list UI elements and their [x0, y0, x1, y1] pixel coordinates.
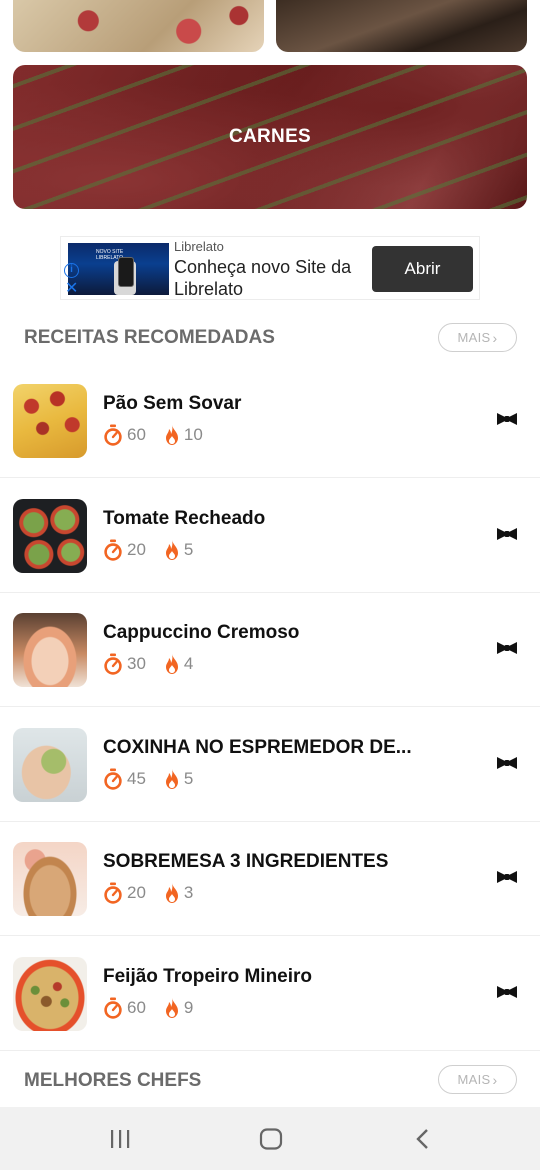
- recipe-thumbnail[interactable]: [13, 613, 87, 688]
- flame-icon: [164, 653, 180, 675]
- bowtie-icon[interactable]: [496, 870, 518, 889]
- recipe-meta: 20 3: [103, 882, 194, 905]
- recipe-title: Tomate Recheado: [103, 507, 266, 529]
- recipe-meta: 45 5: [103, 768, 193, 790]
- recipe-row[interactable]: Feijão Tropeiro Mineiro 60 9: [0, 937, 540, 1051]
- category-card-top-right[interactable]: [276, 0, 527, 52]
- recipe-row[interactable]: COXINHA NO ESPREMEDOR DE... 45 5: [0, 708, 540, 822]
- bowtie-icon[interactable]: [496, 527, 518, 546]
- category-label: CARNES: [228, 126, 312, 147]
- recipe-calories: 5: [183, 768, 194, 788]
- timer-icon: [103, 997, 123, 1019]
- recipe-meta: 60 9: [103, 997, 193, 1019]
- flame-icon: [164, 997, 180, 1019]
- recipe-thumbnail[interactable]: [13, 957, 87, 1031]
- recipe-title: Cappuccino Cremoso: [103, 622, 300, 644]
- timer-icon: [103, 539, 123, 561]
- flame-icon: [164, 539, 180, 561]
- bowtie-icon[interactable]: [496, 641, 518, 660]
- recipe-time: 45: [127, 768, 146, 788]
- flame-icon: [164, 882, 180, 904]
- recipe-title: COXINHA NO ESPREMEDOR DE...: [103, 736, 412, 758]
- recipe-title: SOBREMESA 3 INGREDIENTES: [103, 851, 389, 873]
- recipe-meta: 60 10: [103, 424, 203, 446]
- recipe-time: 20: [127, 883, 146, 903]
- recents-icon[interactable]: [105, 1125, 135, 1153]
- recipe-calories: 5: [183, 539, 194, 559]
- bowtie-icon[interactable]: [496, 756, 518, 775]
- recipe-row[interactable]: Pão Sem Sovar 60 10: [0, 364, 540, 478]
- recipe-row[interactable]: Tomate Recheado 20 5: [0, 479, 540, 593]
- chevron-right-icon: ›: [492, 1071, 498, 1088]
- recipe-calories: 4: [183, 654, 194, 674]
- close-icon[interactable]: ✕: [65, 281, 78, 297]
- flame-icon: [164, 768, 180, 790]
- ad-headline[interactable]: Conheça novo Site da Librelato: [174, 256, 374, 300]
- more-button-recommended[interactable]: MAIS ›: [438, 323, 517, 352]
- ad-image[interactable]: NOVO SITE LIBRELATO: [68, 243, 169, 295]
- recipe-row[interactable]: Cappuccino Cremoso 30 4: [0, 593, 540, 708]
- bowtie-icon[interactable]: [496, 985, 518, 1004]
- section-title-chefs: MELHORES CHEFS: [24, 1070, 202, 1091]
- recipe-meta: 30 4: [103, 653, 193, 675]
- flame-icon: [164, 424, 180, 446]
- category-card-carnes[interactable]: CARNES: [13, 65, 527, 209]
- recipe-calories: 3: [183, 883, 194, 903]
- ad-open-button[interactable]: Abrir: [372, 246, 473, 292]
- timer-icon: [103, 653, 123, 675]
- timer-icon: [103, 882, 123, 905]
- more-button-chefs[interactable]: MAIS ›: [438, 1065, 517, 1094]
- more-label: MAIS: [457, 330, 491, 345]
- system-navbar: [0, 1107, 540, 1170]
- recipe-calories: 9: [183, 998, 194, 1017]
- recipe-title: Pão Sem Sovar: [103, 393, 242, 414]
- home-icon[interactable]: [256, 1125, 286, 1153]
- recipe-meta: 20 5: [103, 539, 193, 561]
- recipe-thumbnail[interactable]: [13, 384, 87, 458]
- ad-advertiser: Librelato: [174, 239, 224, 254]
- info-icon[interactable]: i: [64, 263, 79, 278]
- recipe-time: 30: [127, 654, 146, 674]
- recipe-thumbnail[interactable]: [13, 727, 87, 802]
- recipe-row[interactable]: SOBREMESA 3 INGREDIENTES 20 3: [0, 822, 540, 937]
- recipe-time: 60: [127, 425, 146, 444]
- more-label: MAIS: [457, 1072, 491, 1087]
- category-card-top-left[interactable]: [13, 0, 264, 52]
- recipe-thumbnail[interactable]: [13, 842, 87, 917]
- bowtie-icon[interactable]: [496, 412, 518, 431]
- recipe-time: 60: [127, 998, 146, 1017]
- timer-icon: [103, 424, 123, 446]
- recipe-time: 20: [127, 539, 146, 559]
- back-icon[interactable]: [408, 1125, 438, 1153]
- recipe-title: Feijão Tropeiro Mineiro: [103, 966, 313, 987]
- ad-banner[interactable]: NOVO SITE LIBRELATO i ✕ Librelato Conheça…: [60, 236, 480, 300]
- recipe-thumbnail[interactable]: [13, 498, 87, 573]
- section-title-recommended: RECEITAS RECOMEDADAS: [24, 327, 275, 348]
- recipe-calories: 10: [183, 425, 203, 444]
- timer-icon: [103, 768, 123, 790]
- chevron-right-icon: ›: [492, 329, 498, 346]
